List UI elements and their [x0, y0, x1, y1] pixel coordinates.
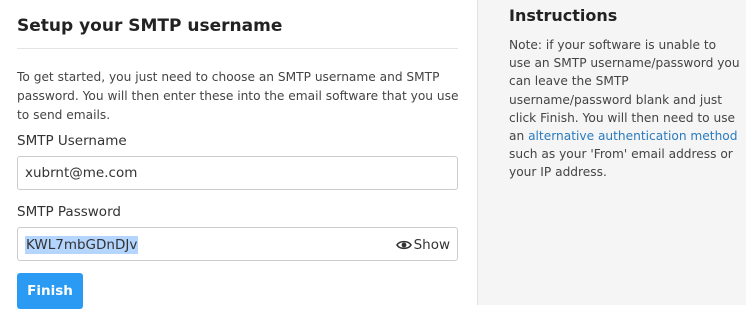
instructions-title: Instructions: [509, 6, 618, 25]
show-label: Show: [413, 237, 450, 253]
finish-button[interactable]: Finish: [17, 273, 83, 309]
show-password-toggle[interactable]: Show: [395, 236, 450, 254]
instructions-text-before: Note: if your software is unable to use …: [509, 38, 740, 144]
password-field[interactable]: KWL7mbGDnDJv Show: [17, 227, 458, 261]
password-label: SMTP Password: [17, 204, 121, 220]
page-title: Setup your SMTP username: [17, 16, 283, 36]
eye-icon: [395, 239, 412, 251]
instructions-text: Note: if your software is unable to use …: [509, 36, 741, 182]
setup-panel: Setup your SMTP username To get started,…: [0, 0, 477, 309]
password-input[interactable]: KWL7mbGDnDJv: [25, 236, 139, 254]
alternative-auth-link[interactable]: alternative authentication method: [528, 129, 737, 143]
title-divider: [17, 48, 458, 49]
username-label: SMTP Username: [17, 133, 127, 149]
username-field[interactable]: [17, 156, 458, 190]
instructions-text-after: such as your 'From' email address or you…: [509, 147, 733, 180]
instructions-panel: Instructions Note: if your software is u…: [477, 0, 746, 305]
intro-text: To get started, you just need to choose …: [17, 70, 459, 122]
username-input[interactable]: [25, 157, 445, 189]
